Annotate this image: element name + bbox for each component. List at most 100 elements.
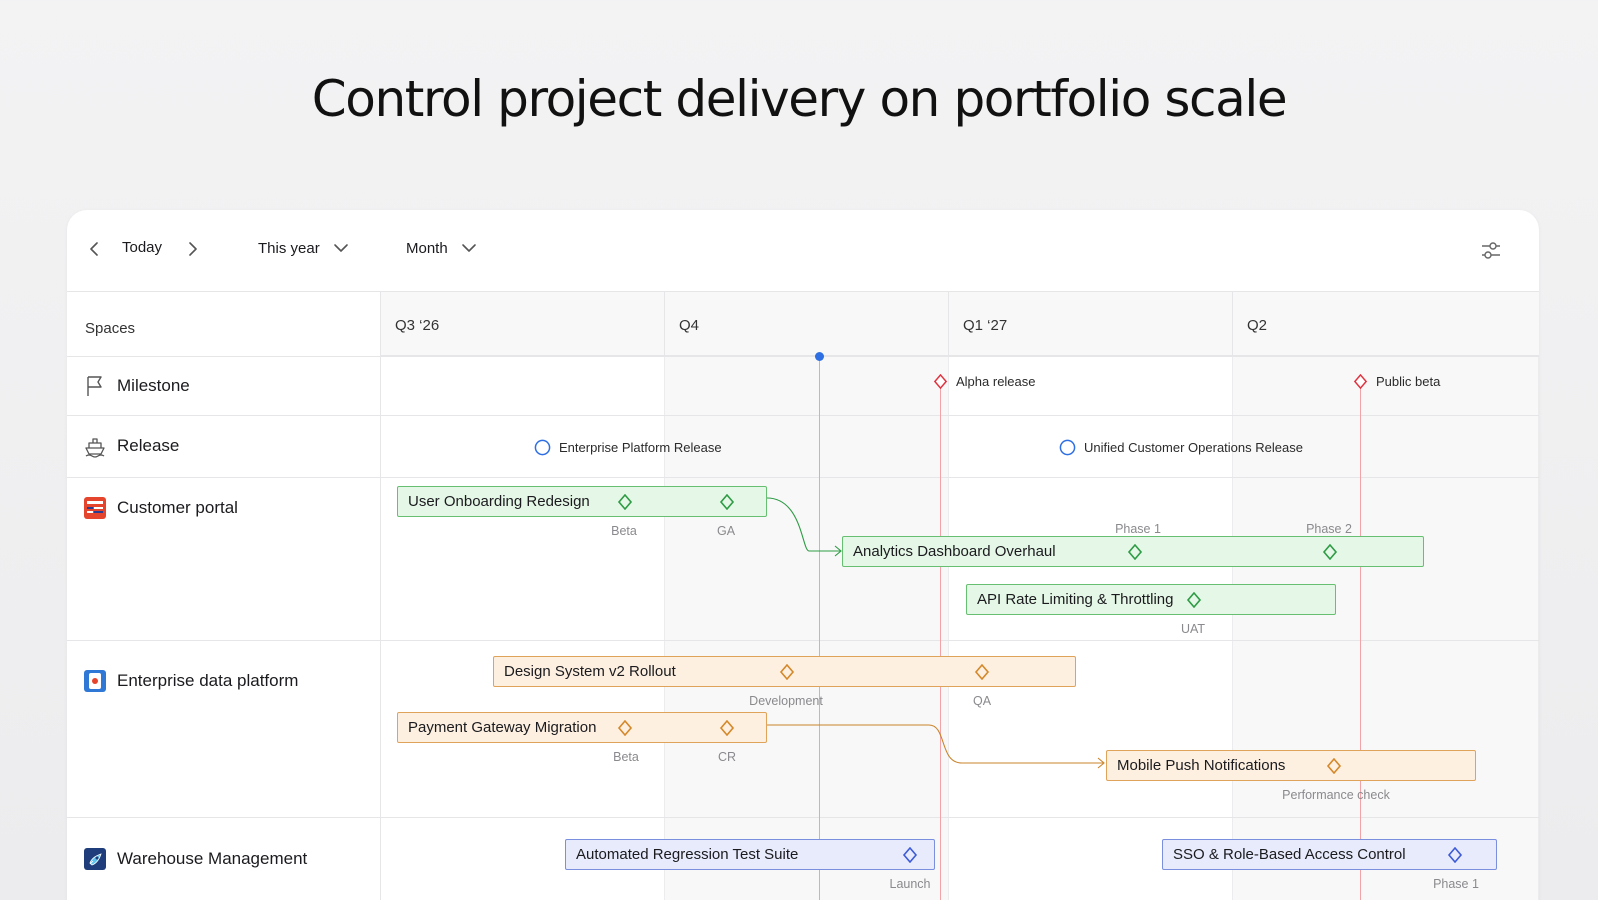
- today-line: [819, 356, 820, 900]
- checkpoint-diamond-icon: [974, 664, 990, 680]
- portal-app-icon: [83, 496, 107, 520]
- release-enterprise-platform[interactable]: Enterprise Platform Release: [534, 439, 722, 456]
- space-row-enterprise-data-platform[interactable]: Enterprise data platform: [83, 669, 298, 693]
- checkpoint-label: Beta: [613, 750, 639, 764]
- checkpoint-label: Beta: [611, 524, 637, 538]
- space-label: Warehouse Management: [117, 849, 308, 868]
- range-dropdown[interactable]: This year: [258, 239, 350, 257]
- bar-sso-role-based-access-control[interactable]: SSO & Role-Based Access Control: [1162, 839, 1497, 870]
- chevron-left-icon: [90, 242, 98, 256]
- milestone-line: [940, 382, 941, 900]
- bar-payment-gateway-migration[interactable]: Payment Gateway Migration: [397, 712, 767, 743]
- checkpoint-diamond-icon: [1186, 592, 1202, 608]
- bar-user-onboarding-redesign[interactable]: User Onboarding Redesign: [397, 486, 767, 517]
- view-settings-button[interactable]: [1479, 240, 1503, 262]
- scale-dropdown[interactable]: Month: [406, 239, 478, 257]
- bar-design-system-v2-rollout[interactable]: Design System v2 Rollout: [493, 656, 1076, 687]
- release-label: Unified Customer Operations Release: [1084, 440, 1303, 455]
- space-row-release[interactable]: Release: [83, 434, 179, 458]
- previous-period-button[interactable]: [86, 240, 104, 258]
- checkpoint-diamond-icon: [617, 494, 633, 510]
- quarter-header: Q4: [665, 292, 949, 356]
- checkpoint-label: Performance check: [1282, 788, 1390, 802]
- space-label: Milestone: [117, 376, 190, 395]
- timeline-grid: Q3 ‘26 Q4 Q1 ‘27 Q2 Spaces Milestone Rel…: [67, 292, 1539, 900]
- chevron-right-icon: [189, 242, 197, 256]
- checkpoint-diamond-icon: [719, 720, 735, 736]
- bar-label: Analytics Dashboard Overhaul: [853, 543, 1056, 560]
- quarter-header: Q1 ‘27: [949, 292, 1233, 356]
- milestone-diamond-icon: [1353, 374, 1368, 389]
- chevron-down-icon: [333, 244, 348, 252]
- checkpoint-label: Development: [749, 694, 823, 708]
- milestone-label: Public beta: [1376, 374, 1441, 389]
- bar-mobile-push-notifications[interactable]: Mobile Push Notifications: [1106, 750, 1476, 781]
- data-platform-app-icon: [83, 669, 107, 693]
- checkpoint-diamond-icon: [617, 720, 633, 736]
- quarter-label: Q3 ‘26: [395, 317, 440, 334]
- quarter-column: [665, 356, 949, 900]
- space-label: Customer portal: [117, 498, 238, 517]
- milestone-public-beta[interactable]: Public beta: [1353, 374, 1440, 389]
- bar-label: Mobile Push Notifications: [1117, 757, 1286, 774]
- milestone-label: Alpha release: [956, 374, 1036, 389]
- rocket-app-icon: [83, 847, 107, 871]
- row-divider: [67, 477, 1539, 478]
- bar-label: API Rate Limiting & Throttling: [977, 591, 1174, 608]
- row-divider: [67, 817, 1539, 818]
- ship-icon: [83, 434, 107, 458]
- quarter-column: [381, 356, 665, 900]
- row-divider: [67, 356, 1539, 357]
- filter-sliders-icon: [1482, 242, 1500, 259]
- bar-label: User Onboarding Redesign: [408, 493, 590, 510]
- bar-analytics-dashboard-overhaul[interactable]: Analytics Dashboard Overhaul: [842, 536, 1424, 567]
- space-row-customer-portal[interactable]: Customer portal: [83, 496, 238, 520]
- chevron-down-icon: [461, 244, 476, 252]
- quarter-column: [1233, 356, 1539, 900]
- row-divider: [67, 415, 1539, 416]
- bar-automated-regression-test-suite[interactable]: Automated Regression Test Suite: [565, 839, 935, 870]
- flag-icon: [83, 374, 107, 398]
- milestone-line: [1360, 382, 1361, 900]
- checkpoint-diamond-icon: [719, 494, 735, 510]
- bar-label: Automated Regression Test Suite: [576, 846, 799, 863]
- checkpoint-label: UAT: [1180, 622, 1206, 636]
- release-circle-icon: [534, 439, 551, 456]
- row-divider: [67, 640, 1539, 641]
- release-label: Enterprise Platform Release: [559, 440, 722, 455]
- quarter-label: Q4: [679, 317, 700, 334]
- milestone-alpha-release[interactable]: Alpha release: [933, 374, 1036, 389]
- space-row-milestone[interactable]: Milestone: [83, 374, 190, 398]
- next-period-button[interactable]: [183, 240, 201, 258]
- checkpoint-diamond-icon: [1326, 758, 1342, 774]
- today-marker: [815, 352, 824, 361]
- checkpoint-label: Phase 1: [1115, 522, 1161, 536]
- quarter-label: Q1 ‘27: [963, 317, 1008, 334]
- checkpoint-diamond-icon: [1127, 544, 1143, 560]
- quarter-label: Q2: [1247, 317, 1268, 334]
- checkpoint-label: QA: [972, 694, 992, 708]
- space-label: Enterprise data platform: [117, 671, 299, 690]
- checkpoint-diamond-icon: [902, 847, 918, 863]
- page-headline: Control project delivery on portfolio sc…: [311, 70, 1288, 128]
- today-button[interactable]: Today: [122, 239, 162, 256]
- quarter-header: Q2: [1233, 292, 1539, 356]
- checkpoint-diamond-icon: [779, 664, 795, 680]
- bar-api-rate-limiting[interactable]: API Rate Limiting & Throttling: [966, 584, 1336, 615]
- quarter-header: Q3 ‘26: [381, 292, 665, 356]
- release-circle-icon: [1059, 439, 1076, 456]
- bar-label: Design System v2 Rollout: [504, 663, 676, 680]
- milestone-diamond-icon: [933, 374, 948, 389]
- checkpoint-diamond-icon: [1447, 847, 1463, 863]
- roadmap-toolbar: Today This year Month: [67, 210, 1539, 292]
- checkpoint-label: CR: [717, 750, 737, 764]
- bar-label: Payment Gateway Migration: [408, 719, 597, 736]
- checkpoint-label: Phase 1: [1433, 877, 1479, 891]
- checkpoint-label: Phase 2: [1306, 522, 1352, 536]
- checkpoint-diamond-icon: [1322, 544, 1338, 560]
- range-dropdown-label: This year: [258, 239, 320, 257]
- release-unified-customer-operations[interactable]: Unified Customer Operations Release: [1059, 439, 1303, 456]
- space-row-warehouse-management[interactable]: Warehouse Management: [83, 847, 307, 871]
- scale-dropdown-label: Month: [406, 239, 448, 257]
- checkpoint-label: Launch: [889, 877, 931, 891]
